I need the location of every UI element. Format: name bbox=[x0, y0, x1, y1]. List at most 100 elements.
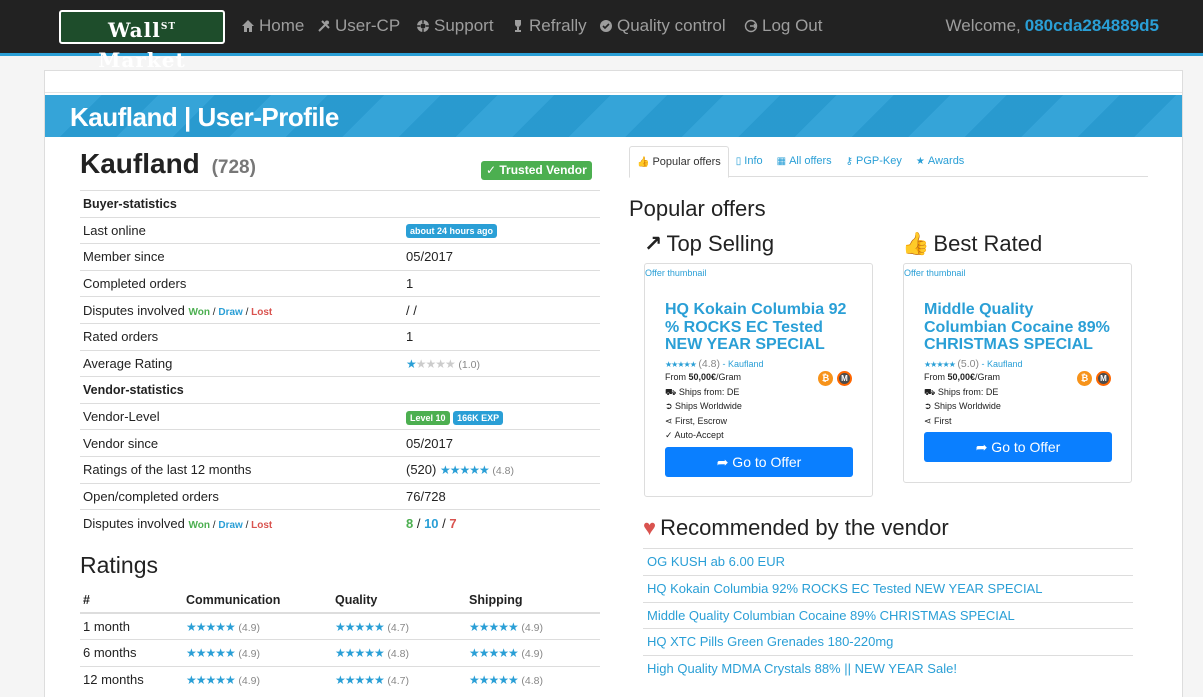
star-rating-icon: ★★★★★ bbox=[335, 673, 385, 687]
buyer-disputes-label: Disputes involved Won / Draw / Lost bbox=[80, 296, 403, 324]
table-row: Ratings of the last 12 months (520) ★★★★… bbox=[80, 455, 600, 484]
won-label: Won bbox=[188, 519, 210, 531]
list-item[interactable]: OG KUSH ab 6.00 EUR bbox=[643, 548, 1133, 575]
star-rating-icon: ★★★★★ bbox=[469, 673, 519, 687]
ratings-table: # Communication Quality Shipping 1 month… bbox=[80, 587, 600, 693]
trusted-vendor-label: Trusted Vendor bbox=[499, 163, 587, 177]
draw-label: Draw bbox=[218, 306, 243, 318]
nav-home[interactable]: Home bbox=[241, 16, 304, 36]
accept-value: Auto-Accept bbox=[674, 430, 724, 440]
ratings-header-row: # Communication Quality Shipping bbox=[80, 587, 600, 614]
lost-label: Lost bbox=[251, 519, 273, 531]
check-circle-icon: ✓ bbox=[486, 163, 500, 177]
offer-ships-from: ⛟ Ships from: DE bbox=[665, 387, 739, 399]
vendor-disputes-label: Disputes involved Won / Draw / Lost bbox=[80, 509, 403, 537]
offer-accept: ✓ Auto-Accept bbox=[665, 430, 724, 441]
vendor-since-label: Vendor since bbox=[80, 429, 403, 457]
ships-to-value: Ships Worldwide bbox=[934, 401, 1001, 411]
list-item[interactable]: Middle Quality Columbian Cocaine 89% CHR… bbox=[643, 601, 1133, 629]
offer-payment: ⋖ First bbox=[924, 416, 952, 427]
offer-vendor-link[interactable]: - Kaufland bbox=[722, 359, 763, 369]
list-item[interactable]: HQ Kokain Columbia 92% ROCKS EC Tested N… bbox=[643, 574, 1133, 602]
nav-refrally[interactable]: Refrally bbox=[511, 16, 587, 36]
nav-refrally-label: Refrally bbox=[529, 16, 587, 35]
star-rating-icon: ★★★★★ bbox=[469, 646, 519, 661]
buyer-stats-title: Buyer-statistics bbox=[80, 190, 600, 218]
rating-quality: (4.7) bbox=[387, 675, 410, 687]
panel-strip bbox=[45, 71, 1182, 93]
list-icon: ▦ bbox=[776, 156, 787, 167]
popular-offers-title: Popular offers bbox=[629, 196, 766, 221]
tab-all-offers[interactable]: ▦ All offers bbox=[770, 146, 839, 176]
tab-label: Popular offers bbox=[652, 156, 721, 168]
offer-price: From 50,00€/Gram bbox=[665, 372, 741, 382]
offer-card[interactable]: Offer thumbnail HQ Kokain Columbia 92 % … bbox=[644, 263, 873, 497]
avg-rating-value: (1.0) bbox=[458, 358, 481, 371]
recommended-title: Recommended by the vendor bbox=[660, 515, 949, 540]
vendor-level-label: Vendor-Level bbox=[80, 402, 403, 430]
info-icon: ▯ bbox=[735, 156, 742, 167]
nav-logout-label: Log Out bbox=[762, 16, 823, 35]
offer-vendor-link[interactable]: - Kaufland bbox=[981, 359, 1022, 369]
list-item[interactable]: HQ XTC Pills Green Grenades 180-220mg bbox=[643, 628, 1133, 655]
offer-card[interactable]: Offer thumbnail Middle Quality Columbian… bbox=[903, 263, 1132, 483]
vendor-since-value: 05/2017 bbox=[403, 429, 600, 457]
share-icon: ⋖ bbox=[924, 416, 935, 426]
nav-support-label: Support bbox=[434, 16, 494, 35]
go-to-offer-button[interactable]: ➦ Go to Offer bbox=[924, 432, 1112, 462]
offer-title-link[interactable]: HQ Kokain Columbia 92 % ROCKS EC Tested … bbox=[665, 301, 855, 354]
tab-pgp-key[interactable]: ⚷ PGP-Key bbox=[839, 146, 909, 176]
nav-quality-control[interactable]: Quality control bbox=[599, 16, 726, 36]
last-online-badge: about 24 hours ago bbox=[406, 224, 498, 239]
page-title: Kaufland | User-Profile bbox=[70, 102, 339, 132]
offer-price: From 50,00€/Gram bbox=[924, 372, 1000, 382]
ratings-title: Ratings bbox=[80, 552, 158, 578]
ratings-header-communication: Communication bbox=[183, 587, 332, 614]
tab-popular-offers[interactable]: 👍 Popular offers bbox=[629, 146, 729, 178]
go-to-offer-button[interactable]: ➦ Go to Offer bbox=[665, 447, 853, 477]
ships-to-value: Ships Worldwide bbox=[675, 401, 742, 411]
rating-shipping: (4.9) bbox=[521, 622, 544, 634]
home-icon bbox=[242, 20, 254, 32]
star-rating-icon: ★★★★★ bbox=[335, 646, 385, 661]
buyer-stats-header: Buyer-statistics bbox=[80, 190, 600, 218]
nav-logout[interactable]: Log Out bbox=[744, 16, 823, 36]
trending-up-icon: ↗ bbox=[644, 231, 663, 256]
disputes-won-count: 8 bbox=[406, 515, 414, 531]
offer-title-link[interactable]: Middle Quality Columbian Cocaine 89% CHR… bbox=[924, 301, 1114, 354]
username-link[interactable]: 080cda284889d5 bbox=[1025, 16, 1159, 35]
table-row: Vendor-Level Level 10 166K EXP bbox=[80, 402, 600, 430]
open-completed-label: Open/completed orders bbox=[80, 482, 403, 510]
best-rated-heading: 👍 Best Rated bbox=[902, 231, 1042, 257]
vendor-level-badge: Level 10 bbox=[406, 410, 450, 425]
monero-icon: M bbox=[1096, 371, 1111, 386]
table-row: Completed orders 1 bbox=[80, 269, 600, 297]
rating-period: 12 months bbox=[80, 665, 183, 693]
disputes-label: Disputes involved bbox=[83, 515, 185, 531]
star-rating-icon: ★★★★★ bbox=[406, 356, 456, 371]
open-completed-value: 76/728 bbox=[403, 482, 600, 510]
tab-awards[interactable]: ★ Awards bbox=[909, 146, 971, 176]
site-logo[interactable]: WallST Market bbox=[59, 10, 225, 72]
offer-thumbnail[interactable]: Offer thumbnail bbox=[645, 268, 706, 278]
tab-label: Info bbox=[744, 155, 763, 167]
rating-shipping: (4.8) bbox=[521, 675, 544, 687]
nav-user-cp[interactable]: User-CP bbox=[317, 16, 400, 36]
rated-orders-value: 1 bbox=[403, 322, 600, 351]
vendor-disputes-value: 8 / 10 / 7 bbox=[403, 509, 600, 537]
member-since-value: 05/2017 bbox=[403, 243, 600, 271]
ratings-header-period: # bbox=[80, 587, 183, 614]
bitcoin-icon: ₿ bbox=[1077, 371, 1092, 386]
nav-support[interactable]: Support bbox=[416, 16, 494, 36]
vendor-exp-badge: 166K EXP bbox=[453, 410, 504, 425]
price-value: 50,00€ bbox=[688, 372, 717, 382]
bitcoin-icon: ₿ bbox=[818, 371, 833, 386]
lifebuoy-icon bbox=[417, 20, 429, 32]
offer-rating: ★★★★★ (4.8) - Kaufland bbox=[665, 358, 764, 370]
tab-info[interactable]: ▯ Info bbox=[729, 146, 770, 176]
top-selling-label: Top Selling bbox=[666, 231, 775, 256]
list-item[interactable]: High Quality MDMA Crystals 88% || NEW YE… bbox=[643, 655, 1133, 682]
offer-thumbnail[interactable]: Offer thumbnail bbox=[904, 268, 965, 278]
tab-label: Awards bbox=[927, 155, 965, 167]
profile-tabs: 👍 Popular offers ▯ Info ▦ All offers ⚷ PGP-K… bbox=[629, 146, 1148, 178]
